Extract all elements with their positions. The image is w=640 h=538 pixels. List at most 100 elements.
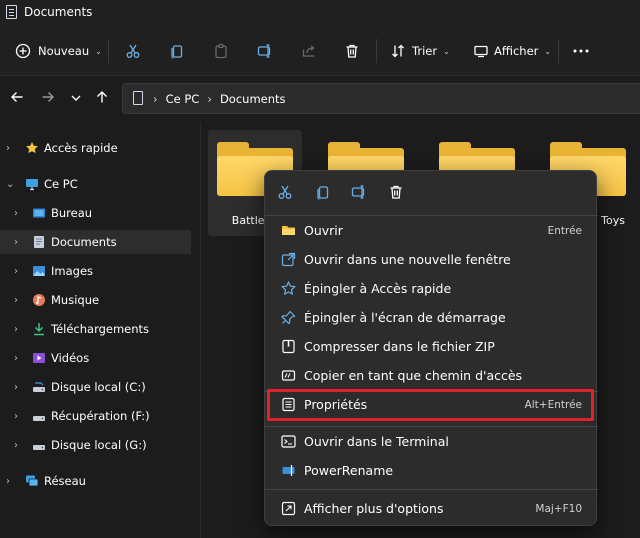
sidebar-item-label: Téléchargements [51, 322, 150, 336]
copy-icon [315, 184, 331, 203]
sidebar-item-videos[interactable]: › Vidéos [0, 346, 198, 370]
sidebar-item-drive-g[interactable]: › Disque local (G:) [0, 433, 198, 457]
sidebar-item-music[interactable]: › Musique [0, 288, 198, 312]
navigation-bar: › Ce PC › Documents [0, 76, 640, 122]
delete-icon [343, 42, 361, 60]
chevron-right-icon[interactable]: › [14, 295, 24, 306]
sidebar-item-label: Vidéos [51, 351, 90, 365]
context-copy-button[interactable] [311, 181, 335, 205]
context-menu: Ouvrir Entrée Ouvrir dans une nouvelle f… [264, 170, 598, 526]
new-button[interactable]: Nouveau ⌄ [14, 39, 102, 63]
drive-icon [32, 409, 46, 423]
chevron-down-icon: ⌄ [95, 46, 102, 56]
sidebar-item-this-pc[interactable]: ⌄ Ce PC [0, 172, 198, 196]
rename-button[interactable] [256, 39, 274, 63]
context-rename-button[interactable] [347, 181, 371, 205]
window-title: Documents [24, 5, 93, 19]
chevron-down-icon: ⌄ [443, 46, 450, 56]
breadcrumb-separator: › [207, 92, 212, 106]
up-button[interactable] [92, 88, 112, 108]
sidebar-item-images[interactable]: › Images [0, 259, 198, 283]
delete-button[interactable] [343, 39, 361, 63]
chevron-right-icon[interactable]: › [14, 411, 24, 422]
star-outline-icon [280, 280, 297, 296]
sidebar-item-network[interactable]: › Réseau [0, 469, 198, 493]
copy-button[interactable] [168, 39, 186, 63]
cut-button[interactable] [124, 39, 142, 63]
chevron-right-icon[interactable]: › [14, 440, 24, 451]
context-quick-actions [265, 171, 598, 215]
new-window-icon [281, 252, 296, 267]
sidebar-item-downloads[interactable]: › Téléchargements [0, 317, 198, 341]
chevron-down-icon[interactable]: ⌄ [6, 179, 16, 190]
view-icon [472, 42, 490, 60]
pc-icon [25, 177, 39, 191]
menu-item-powerrename[interactable]: PowerRename [271, 457, 592, 484]
sidebar-item-documents[interactable]: › Documents [0, 230, 191, 254]
breadcrumb-ce-pc[interactable]: Ce PC [166, 92, 200, 106]
menu-item-pin-start[interactable]: Épingler à l'écran de démarrage [271, 304, 592, 331]
chevron-right-icon[interactable]: › [6, 476, 16, 487]
menu-item-label: Épingler à Accès rapide [304, 281, 452, 296]
context-cut-button[interactable] [273, 181, 297, 205]
sidebar-item-label: Disque local (C:) [51, 380, 146, 394]
menu-item-pin-quick-access[interactable]: Épingler à Accès rapide [271, 275, 592, 302]
more-button[interactable] [572, 39, 590, 63]
paste-button[interactable] [212, 39, 230, 63]
more-icon [572, 42, 590, 60]
view-button[interactable]: Afficher ⌄ [472, 39, 551, 63]
chevron-right-icon[interactable]: › [14, 237, 24, 248]
forward-button[interactable] [38, 88, 58, 108]
share-button[interactable] [300, 39, 318, 63]
address-bar[interactable]: › Ce PC › Documents [122, 83, 640, 114]
new-label: Nouveau [38, 44, 90, 58]
sidebar-item-label: Bureau [51, 206, 93, 220]
menu-item-open[interactable]: Ouvrir Entrée [271, 217, 592, 244]
terminal-icon [281, 434, 296, 449]
toolbar-divider [558, 39, 559, 63]
chevron-right-icon[interactable]: › [6, 143, 16, 154]
more-options-icon [281, 501, 296, 516]
sidebar-item-desktop[interactable]: › Bureau [0, 201, 198, 225]
menu-item-copy-path[interactable]: Copier en tant que chemin d'accès [271, 362, 592, 389]
menu-separator [265, 489, 598, 490]
menu-item-open-terminal[interactable]: Ouvrir dans le Terminal [271, 428, 592, 455]
open-folder-icon [281, 223, 296, 238]
toolbar-divider [376, 39, 377, 63]
sidebar-item-label: Documents [51, 235, 117, 249]
menu-separator [265, 426, 598, 427]
desktop-icon [32, 206, 46, 220]
toolbar-divider [108, 39, 109, 63]
sort-button[interactable]: Trier ⌄ [389, 39, 450, 63]
command-bar: Nouveau ⌄ Trier ⌄ Afficher ⌄ [0, 26, 640, 76]
chevron-right-icon[interactable]: › [14, 266, 24, 277]
menu-item-open-new-window[interactable]: Ouvrir dans une nouvelle fenêtre [271, 246, 592, 273]
sidebar-item-label: Images [51, 264, 94, 278]
delete-icon [388, 184, 404, 203]
back-button[interactable] [7, 88, 27, 108]
copy-icon [168, 42, 186, 60]
chevron-right-icon[interactable]: › [14, 382, 24, 393]
rename-icon [351, 184, 367, 203]
view-label: Afficher [494, 44, 539, 58]
sidebar-item-drive-f[interactable]: › Récupération (F:) [0, 404, 198, 428]
rename-icon [256, 42, 274, 60]
sidebar-item-drive-c[interactable]: › Disque local (C:) [0, 375, 198, 399]
breadcrumb-separator: › [153, 92, 158, 106]
breadcrumb-documents[interactable]: Documents [220, 92, 286, 106]
chevron-right-icon[interactable]: › [14, 208, 24, 219]
cut-icon [124, 42, 142, 60]
chevron-right-icon[interactable]: › [14, 353, 24, 364]
menu-item-label: Copier en tant que chemin d'accès [304, 368, 523, 383]
menu-item-label: Afficher plus d'options [304, 501, 444, 516]
navigation-pane: › Accès rapide ⌄ Ce PC › Bureau › Docume… [0, 122, 198, 538]
paste-icon [212, 42, 230, 60]
sidebar-item-quick-access[interactable]: › Accès rapide [0, 136, 198, 160]
chevron-right-icon[interactable]: › [14, 324, 24, 335]
menu-item-compress-zip[interactable]: Compresser dans le fichier ZIP [271, 333, 592, 360]
recent-locations-button[interactable] [66, 88, 86, 108]
sidebar-item-label: Récupération (F:) [51, 409, 150, 423]
context-delete-button[interactable] [384, 181, 408, 205]
menu-item-show-more-options[interactable]: Afficher plus d'options Maj+F10 [271, 495, 592, 522]
menu-item-label: Ouvrir dans une nouvelle fenêtre [304, 252, 511, 267]
